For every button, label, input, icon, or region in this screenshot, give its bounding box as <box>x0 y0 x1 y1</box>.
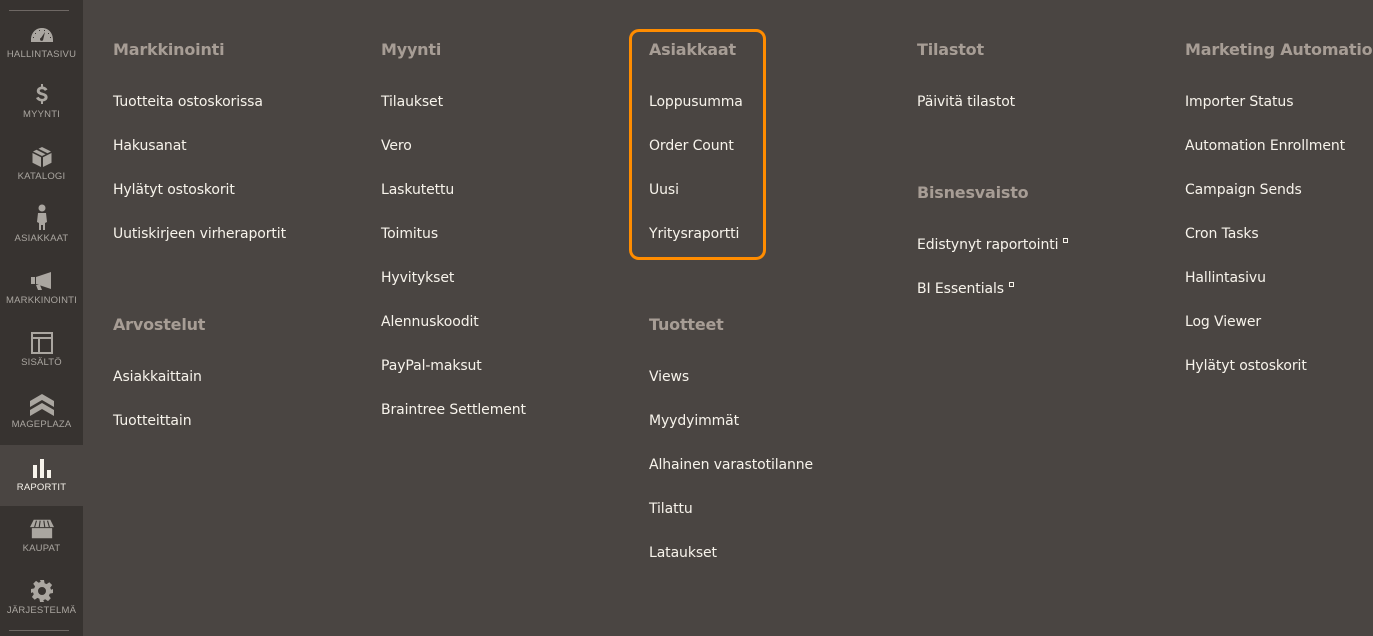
menu-link-paypal-maksut[interactable]: PayPal-maksut <box>381 358 482 374</box>
menu-link-tilattu[interactable]: Tilattu <box>649 501 693 517</box>
sidebar-item-jarjestelma[interactable]: Järjestelmä <box>0 572 83 634</box>
sidebar-item-kaupat[interactable]: Kaupat <box>0 510 83 572</box>
menu-link-log-viewer[interactable]: Log Viewer <box>1185 314 1261 330</box>
menu-link-hylatyt-ostoskorit[interactable]: Hylätyt ostoskorit <box>113 182 235 198</box>
sidebar-item-asiakkaat[interactable]: Asiakkaat <box>0 200 83 262</box>
sidebar-label: Sisältö <box>21 357 62 368</box>
sidebar-top-divider <box>9 10 69 11</box>
menu-link-tuotteittain[interactable]: Tuotteittain <box>113 413 192 429</box>
megaphone-icon <box>30 270 54 292</box>
group-title: Asiakkaat <box>649 40 736 59</box>
sidebar-item-myynti[interactable]: Myynti <box>0 76 83 138</box>
menu-link-order-count[interactable]: Order Count <box>649 138 734 154</box>
layout-icon <box>30 332 54 354</box>
menu-link-laskutettu[interactable]: Laskutettu <box>381 182 454 198</box>
sidebar-item-hallintasivu[interactable]: Hallintasivu <box>0 14 83 76</box>
sidebar-label: Järjestelmä <box>6 605 77 616</box>
link-text: BI Essentials <box>917 281 1004 297</box>
menu-link-toimitus[interactable]: Toimitus <box>381 226 438 242</box>
bar-chart-icon <box>30 457 54 479</box>
group-title: Tilastot <box>917 40 984 59</box>
sidebar-label: Katalogi <box>17 171 66 182</box>
menu-link-hylatyt-ostoskorit-ma[interactable]: Hylätyt ostoskorit <box>1185 358 1307 374</box>
menu-link-uusi[interactable]: Uusi <box>649 182 679 198</box>
store-icon <box>29 518 54 540</box>
sidebar-item-markkinointi[interactable]: Markkinointi <box>0 262 83 324</box>
link-text: Edistynyt raportointi <box>917 237 1059 253</box>
menu-link-braintree-settlement[interactable]: Braintree Settlement <box>381 402 526 418</box>
dashboard-icon <box>30 24 54 46</box>
gear-icon <box>30 580 54 602</box>
person-icon <box>30 204 54 230</box>
menu-link-alennuskoodit[interactable]: Alennuskoodit <box>381 314 479 330</box>
sidebar-label: Myynti <box>22 109 61 120</box>
menu-link-yritysraportti[interactable]: Yritysraportti <box>649 226 739 242</box>
group-title: Markkinointi <box>113 40 225 59</box>
menu-link-alhainen-varastotilanne[interactable]: Alhainen varastotilanne <box>649 457 813 473</box>
menu-link-lataukset[interactable]: Lataukset <box>649 545 717 561</box>
sidebar-label: Mageplaza <box>11 419 72 430</box>
menu-link-views[interactable]: Views <box>649 369 689 385</box>
dollar-icon <box>30 84 54 106</box>
sidebar-item-katalogi[interactable]: Katalogi <box>0 138 83 200</box>
sidebar-bottom-divider <box>9 630 69 631</box>
menu-link-myydyimmat[interactable]: Myydyimmät <box>649 413 739 429</box>
menu-link-vero[interactable]: Vero <box>381 138 412 154</box>
group-title: Marketing Automation <box>1185 40 1373 59</box>
menu-link-tilaukset[interactable]: Tilaukset <box>381 94 443 110</box>
menu-link-edistynyt-raportointi[interactable]: Edistynyt raportointi <box>917 237 1069 253</box>
box-icon <box>30 146 54 168</box>
menu-link-hyvitykset[interactable]: Hyvitykset <box>381 270 454 286</box>
menu-link-tuotteita-ostoskorissa[interactable]: Tuotteita ostoskorissa <box>113 94 263 110</box>
menu-link-cron-tasks[interactable]: Cron Tasks <box>1185 226 1259 242</box>
menu-link-campaign-sends[interactable]: Campaign Sends <box>1185 182 1302 198</box>
group-title: Bisnesvaisto <box>917 183 1029 202</box>
external-link-icon <box>1063 238 1069 243</box>
admin-sidebar: Hallintasivu Myynti Katalogi Asiakkaat M… <box>0 0 83 636</box>
group-title: Myynti <box>381 40 442 59</box>
sidebar-label: Asiakkaat <box>14 233 69 244</box>
menu-link-automation-enrollment[interactable]: Automation Enrollment <box>1185 138 1345 154</box>
group-title: Tuotteet <box>649 315 724 334</box>
sidebar-item-mageplaza[interactable]: Mageplaza <box>0 386 83 448</box>
sidebar-label: Markkinointi <box>5 295 77 306</box>
menu-link-uutiskirjeen-virheraportit[interactable]: Uutiskirjeen virheraportit <box>113 226 286 242</box>
sidebar-label: Kaupat <box>22 543 61 554</box>
external-link-icon <box>1008 282 1014 287</box>
chevrons-up-icon <box>29 394 54 416</box>
sidebar-label: Hallintasivu <box>6 49 77 60</box>
menu-link-hallintasivu[interactable]: Hallintasivu <box>1185 270 1266 286</box>
menu-link-asiakkaittain[interactable]: Asiakkaittain <box>113 369 202 385</box>
menu-link-hakusanat[interactable]: Hakusanat <box>113 138 187 154</box>
group-title: Arvostelut <box>113 315 206 334</box>
sidebar-label: Raportit <box>16 482 67 493</box>
sidebar-item-raportit[interactable]: Raportit <box>0 445 83 506</box>
menu-link-paivita-tilastot[interactable]: Päivitä tilastot <box>917 94 1015 110</box>
menu-link-loppusumma[interactable]: Loppusumma <box>649 94 743 110</box>
menu-link-bi-essentials[interactable]: BI Essentials <box>917 281 1014 297</box>
sidebar-item-sisalto[interactable]: Sisältö <box>0 324 83 386</box>
menu-link-importer-status[interactable]: Importer Status <box>1185 94 1294 110</box>
